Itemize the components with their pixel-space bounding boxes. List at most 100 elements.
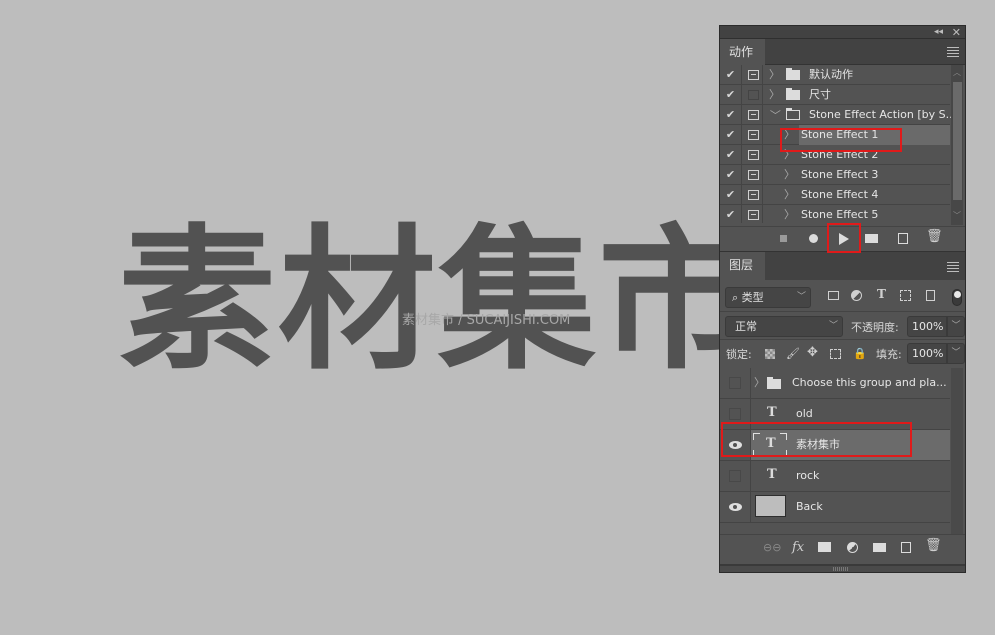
visibility-toggle[interactable] xyxy=(720,399,751,429)
type-filter-icon[interactable]: T xyxy=(877,288,886,300)
chevron-right-icon[interactable]: 〉 xyxy=(784,165,795,185)
layer-filter-row: ⌕ 类型 ﹀ T xyxy=(720,280,965,312)
dialog-toggle[interactable] xyxy=(743,105,763,125)
new-set-folder-icon[interactable] xyxy=(865,234,878,243)
actions-list: ✔ 〉 默认动作 ✔ 〉 尺寸 ✔ 〉 Stone Effect Action … xyxy=(720,65,965,225)
folder-icon xyxy=(786,68,800,80)
blend-mode-select[interactable]: 正常 ﹀ xyxy=(725,316,843,337)
play-icon[interactable] xyxy=(839,233,849,245)
blend-row: 正常 ﹀ 不透明度: 100% ﹀ xyxy=(720,312,965,340)
filter-toggle[interactable] xyxy=(952,289,962,306)
action-set-row[interactable]: ✔ 〉 尺寸 xyxy=(720,85,950,105)
blend-mode-value: 正常 xyxy=(735,320,757,333)
link-icon[interactable]: ⊖⊖ xyxy=(763,541,781,554)
action-row[interactable]: ✔ 〉 Stone Effect 2 xyxy=(720,145,950,165)
scroll-up-icon[interactable]: ︿ xyxy=(951,67,963,78)
dialog-icon xyxy=(748,70,759,80)
fill-dropdown[interactable]: ﹀ xyxy=(947,343,965,364)
layer-name[interactable]: Back xyxy=(796,492,823,522)
image-filter-icon[interactable] xyxy=(828,291,839,300)
lock-pixels-brush-icon[interactable]: 🖌 xyxy=(786,347,800,360)
stop-icon[interactable] xyxy=(780,235,787,242)
action-row[interactable]: ✔ 〉 Stone Effect 4 xyxy=(720,185,950,205)
chevron-right-icon[interactable]: 〉 xyxy=(754,373,765,393)
panel-menu-icon[interactable] xyxy=(947,262,959,272)
layer-row[interactable]: T old xyxy=(720,399,950,430)
trash-icon[interactable]: 🗑 xyxy=(925,538,942,553)
close-icon[interactable]: ✕ xyxy=(952,26,961,39)
dialog-toggle[interactable] xyxy=(743,85,763,105)
panel-menu-icon[interactable] xyxy=(947,47,959,57)
scroll-down-icon[interactable]: ﹀ xyxy=(951,210,963,221)
adjustment-layer-icon[interactable] xyxy=(847,542,858,553)
check-icon[interactable]: ✔ xyxy=(720,205,742,223)
dialog-toggle[interactable] xyxy=(743,205,763,223)
trash-icon[interactable]: 🗑 xyxy=(926,229,943,244)
check-icon[interactable]: ✔ xyxy=(720,85,742,105)
fx-icon[interactable]: fx xyxy=(792,540,804,555)
action-row[interactable]: ✔ 〉 Stone Effect 1 xyxy=(720,125,950,145)
chevron-right-icon[interactable]: 〉 xyxy=(784,205,795,223)
filter-kind-label: 类型 xyxy=(741,291,764,304)
layer-name[interactable]: 素材集市 xyxy=(796,430,840,460)
filter-kind-select[interactable]: ⌕ 类型 ﹀ xyxy=(725,287,811,308)
layer-name[interactable]: rock xyxy=(796,461,819,491)
chevron-right-icon[interactable]: 〉 xyxy=(769,65,780,85)
visibility-toggle[interactable] xyxy=(720,461,751,491)
visibility-toggle[interactable] xyxy=(720,492,751,522)
panel-resize-grip[interactable] xyxy=(720,564,965,572)
visibility-toggle[interactable] xyxy=(720,430,751,460)
smart-object-filter-icon[interactable] xyxy=(926,290,935,301)
action-set-row[interactable]: ✔ 〉 Stone Effect Action [by S... xyxy=(720,105,956,125)
text-layer-icon: T xyxy=(766,436,776,451)
scroll-thumb[interactable] xyxy=(953,82,962,200)
actions-tabbar: 动作 xyxy=(720,39,965,65)
dialog-toggle[interactable] xyxy=(743,125,763,145)
check-icon[interactable]: ✔ xyxy=(720,185,742,205)
new-layer-icon[interactable] xyxy=(901,542,911,553)
check-icon[interactable]: ✔ xyxy=(720,145,742,165)
record-icon[interactable] xyxy=(809,234,818,243)
layer-row[interactable]: T 素材集市 xyxy=(720,430,950,461)
layer-row[interactable]: Back xyxy=(720,492,950,523)
opacity-input[interactable]: 100% xyxy=(907,316,947,337)
chevron-right-icon[interactable]: 〉 xyxy=(784,145,795,165)
check-icon[interactable]: ✔ xyxy=(720,65,742,85)
layer-name[interactable]: old xyxy=(796,399,813,429)
check-icon[interactable]: ✔ xyxy=(720,105,742,125)
new-action-icon[interactable] xyxy=(898,233,908,244)
fill-input[interactable]: 100% xyxy=(907,343,947,364)
dialog-toggle[interactable] xyxy=(743,185,763,205)
layer-name[interactable]: Choose this group and pla... xyxy=(792,368,947,398)
tab-actions[interactable]: 动作 xyxy=(720,39,765,65)
dialog-icon xyxy=(748,150,759,160)
actions-scrollbar[interactable]: ︿ ﹀ xyxy=(951,65,963,225)
dialog-toggle[interactable] xyxy=(743,65,763,85)
chevron-right-icon[interactable]: 〉 xyxy=(784,185,795,205)
action-row[interactable]: ✔ 〉 Stone Effect 5 xyxy=(720,205,950,223)
adjustment-filter-icon[interactable] xyxy=(851,290,862,301)
chevron-right-icon[interactable]: 〉 xyxy=(784,125,795,145)
layer-row[interactable]: 〉 Choose this group and pla... xyxy=(720,368,950,399)
opacity-dropdown[interactable]: ﹀ xyxy=(947,316,965,337)
lock-transparent-icon[interactable] xyxy=(765,349,775,359)
check-icon[interactable]: ✔ xyxy=(720,125,742,145)
tab-layers[interactable]: 图层 xyxy=(720,252,765,281)
lock-position-move-icon[interactable]: ✥ xyxy=(807,345,818,360)
chevron-down-icon[interactable]: 〉 xyxy=(765,110,785,121)
check-icon[interactable]: ✔ xyxy=(720,165,742,185)
action-set-row[interactable]: ✔ 〉 默认动作 xyxy=(720,65,950,85)
new-group-icon[interactable] xyxy=(873,543,886,552)
layer-row[interactable]: T rock xyxy=(720,461,950,492)
chevron-right-icon[interactable]: 〉 xyxy=(769,85,780,105)
visibility-toggle[interactable] xyxy=(720,368,751,398)
dialog-toggle[interactable] xyxy=(743,165,763,185)
layers-scrollbar[interactable] xyxy=(951,368,963,534)
shape-filter-icon[interactable] xyxy=(900,290,911,301)
mask-icon[interactable] xyxy=(818,542,831,552)
double-chevron-left-icon[interactable]: ◂◂ xyxy=(934,27,943,37)
dialog-toggle[interactable] xyxy=(743,145,763,165)
action-row[interactable]: ✔ 〉 Stone Effect 3 xyxy=(720,165,950,185)
lock-artboard-icon[interactable] xyxy=(830,349,841,359)
lock-all-icon[interactable]: 🔒 xyxy=(853,347,867,360)
